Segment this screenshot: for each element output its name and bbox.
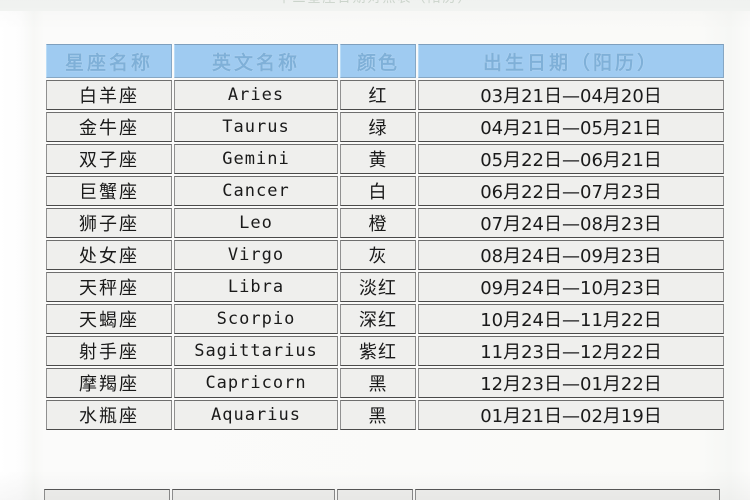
table-row: 摩羯座 Capricorn 黑 12月23日—01月22日 <box>46 368 724 398</box>
cell-color: 淡红 <box>340 272 416 302</box>
cell-birth-date: 06月22日—07月23日 <box>418 176 724 206</box>
cell-birth-date: 07月24日—08月23日 <box>418 208 724 238</box>
cell-sign-name: 金牛座 <box>46 112 172 142</box>
table-row: 白羊座 Aries 红 03月21日—04月20日 <box>46 80 724 110</box>
column-header-birth-date: 出生日期（阳历） <box>418 44 724 78</box>
cell-sign-name: 处女座 <box>46 240 172 270</box>
column-header-english: 英文名称 <box>174 44 338 78</box>
cell-color: 紫红 <box>340 336 416 366</box>
table-row: 水瓶座 Aquarius 黑 01月21日—02月19日 <box>46 400 724 430</box>
cell-color: 黑 <box>340 400 416 430</box>
cell-english: Libra <box>174 272 338 302</box>
cell-english: Capricorn <box>174 368 338 398</box>
column-header-color: 颜色 <box>340 44 416 78</box>
table-row: 天蝎座 Scorpio 深红 10月24日—11月22日 <box>46 304 724 334</box>
cell-birth-date: 04月21日—05月21日 <box>418 112 724 142</box>
cell-sign-name: 天秤座 <box>46 272 172 302</box>
cell-sign-name: 水瓶座 <box>46 400 172 430</box>
clipped-cell-sign-name <box>44 489 170 500</box>
cell-sign-name: 狮子座 <box>46 208 172 238</box>
cell-birth-date: 05月22日—06月21日 <box>418 144 724 174</box>
cell-color: 灰 <box>340 240 416 270</box>
zodiac-date-table: 星座名称 英文名称 颜色 出生日期（阳历） 白羊座 Aries 红 03月21日… <box>44 42 726 432</box>
clipped-row-strip <box>44 489 720 500</box>
table-row: 射手座 Sagittarius 紫红 11月23日—12月22日 <box>46 336 724 366</box>
cell-sign-name: 射手座 <box>46 336 172 366</box>
clipped-cell-birth-date <box>414 489 720 500</box>
table-row: 双子座 Gemini 黄 05月22日—06月21日 <box>46 144 724 174</box>
cell-color: 深红 <box>340 304 416 334</box>
cell-english: Aquarius <box>174 400 338 430</box>
table-row: 巨蟹座 Cancer 白 06月22日—07月23日 <box>46 176 724 206</box>
cell-birth-date: 03月21日—04月20日 <box>418 80 724 110</box>
table-row: 处女座 Virgo 灰 08月24日—09月23日 <box>46 240 724 270</box>
clipped-next-row <box>44 489 720 500</box>
table-row: 金牛座 Taurus 绿 04月21日—05月21日 <box>46 112 724 142</box>
table-header: 星座名称 英文名称 颜色 出生日期（阳历） <box>46 44 724 78</box>
cell-color: 绿 <box>340 112 416 142</box>
clipped-cell-color <box>337 489 413 500</box>
cell-birth-date: 12月23日—01月22日 <box>418 368 724 398</box>
table-row: 狮子座 Leo 橙 07月24日—08月23日 <box>46 208 724 238</box>
cell-birth-date: 01月21日—02月19日 <box>418 400 724 430</box>
cell-sign-name: 摩羯座 <box>46 368 172 398</box>
top-cropped-caption: 十二星座日期对照表（阳历） <box>0 0 750 11</box>
cell-english: Aries <box>174 80 338 110</box>
cell-birth-date: 11月23日—12月22日 <box>418 336 724 366</box>
cell-sign-name: 双子座 <box>46 144 172 174</box>
cell-sign-name: 巨蟹座 <box>46 176 172 206</box>
table-header-row: 星座名称 英文名称 颜色 出生日期（阳历） <box>46 44 724 78</box>
cell-english: Leo <box>174 208 338 238</box>
cell-sign-name: 天蝎座 <box>46 304 172 334</box>
cell-birth-date: 10月24日—11月22日 <box>418 304 724 334</box>
cell-english: Scorpio <box>174 304 338 334</box>
table-body: 白羊座 Aries 红 03月21日—04月20日 金牛座 Taurus 绿 0… <box>46 80 724 430</box>
cell-english: Gemini <box>174 144 338 174</box>
top-caption-text: 十二星座日期对照表（阳历） <box>0 0 750 5</box>
table-row: 天秤座 Libra 淡红 09月24日—10月23日 <box>46 272 724 302</box>
cell-english: Cancer <box>174 176 338 206</box>
cell-color: 黄 <box>340 144 416 174</box>
cell-color: 橙 <box>340 208 416 238</box>
zodiac-table-container: 星座名称 英文名称 颜色 出生日期（阳历） 白羊座 Aries 红 03月21日… <box>44 42 724 432</box>
cell-birth-date: 09月24日—10月23日 <box>418 272 724 302</box>
cell-color: 红 <box>340 80 416 110</box>
cell-color: 黑 <box>340 368 416 398</box>
cell-english: Virgo <box>174 240 338 270</box>
clipped-cell-english <box>171 489 336 500</box>
cell-color: 白 <box>340 176 416 206</box>
cell-sign-name: 白羊座 <box>46 80 172 110</box>
column-header-sign-name: 星座名称 <box>46 44 172 78</box>
cell-english: Sagittarius <box>174 336 338 366</box>
cell-english: Taurus <box>174 112 338 142</box>
cell-birth-date: 08月24日—09月23日 <box>418 240 724 270</box>
